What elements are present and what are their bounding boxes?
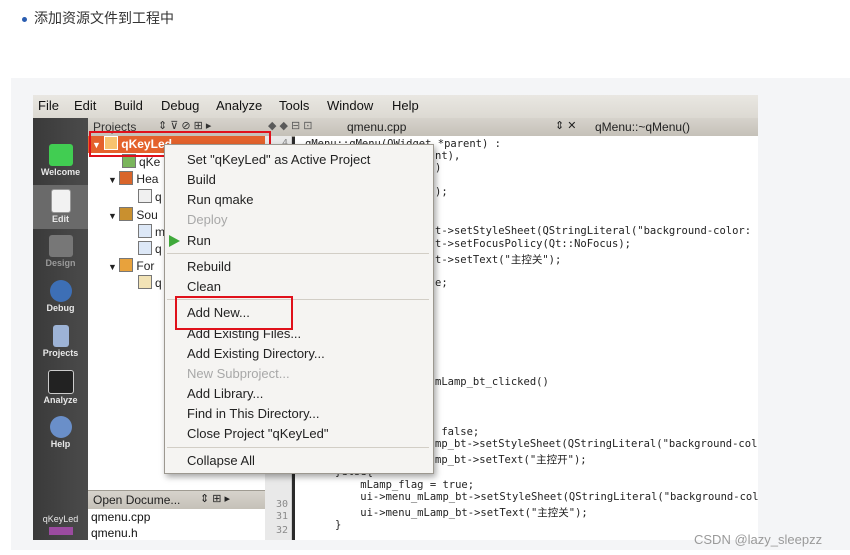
open-doc-qmenu-h[interactable]: qmenu.h	[91, 526, 138, 540]
ui-file-icon	[138, 275, 152, 289]
menu-tools[interactable]: Tools	[279, 98, 309, 113]
folder-icon	[119, 171, 134, 185]
menu-item-rebuild[interactable]: Rebuild	[187, 259, 231, 274]
menu-item-collapse-all[interactable]: Collapse All	[187, 453, 255, 468]
menu-item-add-existing-directory[interactable]: Add Existing Directory...	[187, 346, 325, 361]
analyze-icon	[47, 370, 74, 394]
tree-item-forms[interactable]: ▼ For	[108, 258, 154, 275]
mode-help[interactable]: Help	[33, 412, 88, 456]
open-documents-toolbar-icons[interactable]: ⇕ ⊞ ▸	[200, 492, 230, 505]
editor-toolbar: ◆ ◆ ⊟ ⊡ qmenu.cpp ⇕ ✕ qMenu::~qMenu()	[265, 118, 758, 137]
document-icon	[50, 189, 71, 213]
header-file-icon	[138, 189, 152, 203]
mode-design[interactable]: Design	[33, 231, 88, 275]
editor-symbol[interactable]: qMenu::~qMenu()	[595, 120, 690, 134]
expand-arrow-icon: ▼	[108, 262, 120, 272]
run-play-icon	[169, 235, 180, 247]
help-icon	[49, 416, 72, 438]
menu-item-clean[interactable]: Clean	[187, 279, 221, 294]
tree-item-source-qmenu[interactable]: q	[138, 241, 162, 258]
design-icon	[48, 235, 73, 257]
projects-icon	[52, 325, 69, 347]
mode-projects[interactable]: Projects	[33, 321, 88, 365]
menu-file[interactable]: File	[38, 98, 59, 113]
expand-arrow-icon: ▼	[108, 211, 120, 221]
mode-welcome[interactable]: Welcome	[33, 140, 88, 184]
menu-separator	[167, 447, 429, 448]
forms-folder-icon	[119, 258, 134, 272]
expand-arrow-icon: ▼	[108, 175, 120, 185]
menu-item-find-in-directory[interactable]: Find in This Directory...	[187, 406, 319, 421]
editor-file-name[interactable]: qmenu.cpp	[347, 120, 406, 134]
open-documents-title[interactable]: Open Docume...	[93, 493, 180, 507]
menu-item-run[interactable]: Run	[187, 233, 211, 248]
menu-build[interactable]: Build	[114, 98, 143, 113]
nav-arrows-icon[interactable]: ◆ ◆ ⊟ ⊡	[268, 119, 313, 132]
menu-item-new-subproject: New Subproject...	[187, 366, 290, 381]
menu-edit[interactable]: Edit	[74, 98, 96, 113]
menu-debug[interactable]: Debug	[161, 98, 199, 113]
editor-close-icon[interactable]: ⇕ ✕	[555, 119, 577, 132]
menu-item-add-library[interactable]: Add Library...	[187, 386, 263, 401]
qt-logo-icon	[48, 144, 73, 166]
bullet-item: 添加资源文件到工程中	[22, 8, 174, 28]
debug-icon	[49, 280, 72, 302]
mode-analyze[interactable]: Analyze	[33, 366, 88, 410]
open-doc-qmenu-cpp[interactable]: qmenu.cpp	[91, 510, 150, 524]
tree-item-form-file[interactable]: q	[138, 275, 162, 292]
menu-item-close-project[interactable]: Close Project "qKeyLed"	[187, 426, 328, 441]
tree-item-headers[interactable]: ▼ Hea	[108, 171, 158, 188]
bullet-dot	[22, 16, 27, 22]
menu-item-run-qmake[interactable]: Run qmake	[187, 192, 253, 207]
bullet-text: 添加资源文件到工程中	[34, 10, 174, 26]
tree-item-sources[interactable]: ▼ Sou	[108, 207, 158, 224]
menu-window[interactable]: Window	[327, 98, 373, 113]
menu-bar: File Edit Build Debug Analyze Tools Wind…	[33, 95, 758, 119]
target-selector[interactable]: qKeyLed	[33, 510, 88, 540]
menu-item-deploy: Deploy	[187, 212, 228, 227]
tree-item-header-file[interactable]: q	[138, 189, 162, 206]
target-device-icon	[48, 527, 73, 535]
csdn-watermark: CSDN @lazy_sleepzz	[694, 532, 823, 547]
folder-icon	[119, 207, 134, 221]
tree-item-source-main[interactable]: m	[138, 224, 165, 241]
menu-separator	[167, 253, 429, 254]
mode-debug[interactable]: Debug	[33, 276, 88, 320]
highlight-box-add-new	[175, 296, 293, 330]
cpp-file-icon	[138, 224, 152, 238]
mode-sidebar: Welcome Edit Design Debug Projects Analy…	[33, 118, 88, 540]
menu-analyze[interactable]: Analyze	[216, 98, 262, 113]
menu-item-set-active-project[interactable]: Set "qKeyLed" as Active Project	[187, 152, 370, 167]
open-documents-header: Open Docume... ⇕ ⊞ ▸	[88, 490, 265, 509]
menu-item-build[interactable]: Build	[187, 172, 216, 187]
cpp-file-icon	[138, 241, 152, 255]
mode-edit[interactable]: Edit	[33, 185, 88, 229]
menu-help[interactable]: Help	[392, 98, 419, 113]
